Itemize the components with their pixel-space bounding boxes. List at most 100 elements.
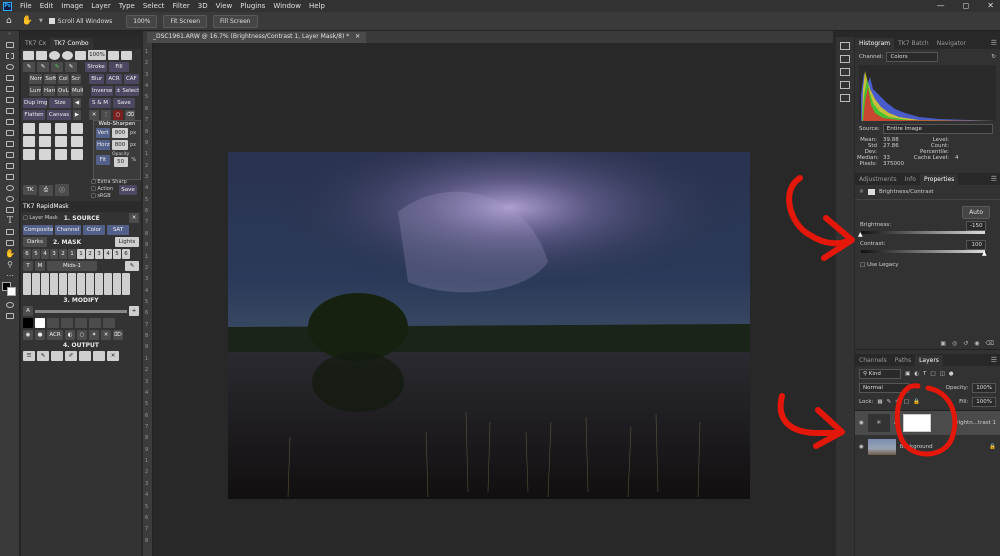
lock-position-icon[interactable]: ✛ — [895, 399, 900, 405]
horz-value[interactable]: 800 — [112, 140, 128, 150]
menu-view[interactable]: View — [212, 2, 237, 10]
minimize-icon[interactable]: — — [937, 1, 945, 10]
eye-icon[interactable]: ◉ — [23, 330, 33, 340]
output-close-icon[interactable]: ✕ — [107, 351, 119, 361]
path-selection-tool-icon[interactable] — [0, 226, 20, 237]
mask-num-button[interactable]: 2 — [59, 249, 67, 259]
rect-mask-icon[interactable] — [75, 318, 87, 328]
restore-icon[interactable]: ◻ — [963, 1, 970, 10]
menu-icon[interactable]: ☰ — [23, 351, 35, 361]
close-icon[interactable]: ✕ — [101, 330, 111, 340]
contrast-icon[interactable] — [55, 136, 67, 147]
fill-button[interactable]: Fill — [109, 62, 129, 72]
mask-num-button[interactable]: 4 — [41, 249, 49, 259]
mask-num-button[interactable]: 3 — [50, 249, 58, 259]
layer-mask-checkbox[interactable]: □ Layer Mask — [23, 215, 58, 221]
m-button[interactable]: M — [35, 261, 45, 271]
close-icon[interactable]: ✕ — [987, 1, 994, 10]
circle-icon[interactable] — [62, 50, 73, 60]
mask-num-button[interactable]: 5 — [113, 249, 121, 259]
web-save-button[interactable]: Save — [119, 185, 137, 195]
info-icon[interactable]: ⓘ — [55, 184, 69, 196]
fill-icon[interactable] — [47, 318, 59, 328]
eyedropper-tool-icon[interactable] — [0, 105, 20, 116]
t-button[interactable]: T — [23, 261, 33, 271]
mask-num-button[interactable]: 6 — [23, 249, 31, 259]
frame-tool-icon[interactable] — [0, 94, 20, 105]
soft-button[interactable]: Soft — [44, 74, 56, 84]
opacity-value[interactable]: 50 — [113, 157, 128, 167]
horz-button[interactable]: Horz — [96, 140, 110, 150]
color-swatches[interactable] — [0, 281, 19, 299]
blend-mode-select[interactable]: Normal — [859, 383, 909, 393]
delete-icon[interactable]: ⌫ — [986, 340, 994, 347]
menu-select[interactable]: Select — [139, 2, 169, 10]
filter-shape-icon[interactable]: □ — [930, 371, 935, 377]
eyedropper-icon[interactable]: ✎ — [125, 261, 139, 271]
tab-adjustments[interactable]: Adjustments — [855, 174, 901, 185]
trash-icon[interactable]: ⌫ — [125, 110, 135, 120]
fit-screen-button[interactable]: Fit Screen — [163, 14, 208, 28]
channel-select[interactable]: Colors — [886, 52, 939, 62]
contrast-value[interactable]: 100 — [966, 240, 986, 250]
s-and-m-button[interactable]: S & M — [89, 98, 111, 108]
drop-outline-icon[interactable]: ○ — [77, 330, 87, 340]
mask-num-button[interactable]: 1 — [77, 249, 85, 259]
plus-button[interactable]: + — [129, 306, 139, 316]
mask-slider-handle[interactable] — [104, 273, 112, 295]
filter-toggle-icon[interactable]: ● — [949, 371, 954, 377]
layer-mask-thumbnail[interactable] — [903, 414, 932, 432]
calendar-icon[interactable] — [23, 149, 35, 160]
mask-slider-handle[interactable] — [41, 273, 49, 295]
tab-layers[interactable]: Layers — [915, 355, 943, 366]
hand-tool-icon[interactable]: ✋ — [0, 248, 20, 259]
lock-artboard-icon[interactable]: □ — [904, 399, 909, 405]
lum-button[interactable]: Lum — [29, 86, 41, 96]
type-tool-icon[interactable]: T — [0, 215, 20, 226]
tab-tk7-batch[interactable]: TK7 Batch — [894, 38, 933, 49]
output-save-icon[interactable] — [79, 351, 91, 361]
mask-num-button[interactable]: 2 — [86, 249, 94, 259]
brush-tool-icon[interactable] — [0, 127, 20, 138]
fill-screen-button[interactable]: Fill Screen — [213, 14, 258, 28]
grid-icon[interactable] — [75, 50, 86, 60]
mult-button[interactable]: Mult — [71, 86, 83, 96]
flatten-button[interactable]: Flatten — [23, 110, 45, 120]
mask-slider-handle[interactable] — [68, 273, 76, 295]
mids-button[interactable]: Mids-1 — [47, 261, 97, 271]
zoom-100-button[interactable]: 100% — [126, 14, 158, 28]
chevron-down-icon[interactable]: ▼ — [39, 18, 43, 24]
mask-slider-handle[interactable] — [113, 273, 121, 295]
output-layer-icon[interactable] — [51, 351, 63, 361]
layer-row-background[interactable]: ◉ Background 🔒 — [855, 435, 1000, 459]
brush-black-icon[interactable]: ✎ — [23, 62, 35, 72]
panel-menu-icon[interactable]: ☰ — [991, 175, 997, 183]
layer-name[interactable]: Background — [900, 444, 933, 450]
composite-button[interactable]: Composite — [23, 225, 53, 235]
sat-button[interactable]: SAT — [107, 225, 129, 235]
folder-icon[interactable] — [23, 50, 34, 60]
history-icon[interactable] — [840, 42, 850, 50]
sparkle-icon[interactable]: ✦ — [89, 330, 99, 340]
menu-window[interactable]: Window — [269, 2, 305, 10]
zoom-tool-icon[interactable]: ⚲ — [0, 259, 20, 270]
tab-paths[interactable]: Paths — [891, 355, 915, 366]
mask-slider-handle[interactable] — [95, 273, 103, 295]
tag-icon[interactable] — [71, 136, 83, 147]
norm-button[interactable]: Norm — [29, 74, 43, 84]
scr-button[interactable]: Scr — [70, 74, 82, 84]
reset-icon[interactable]: ↺ — [963, 340, 968, 347]
output-brush-icon[interactable]: ✎ — [37, 351, 49, 361]
mask-num-button[interactable]: 3 — [95, 249, 103, 259]
mask-num-button[interactable]: 6 — [122, 249, 130, 259]
kind-filter-select[interactable]: ⚲ Kind — [859, 369, 901, 379]
clear-icon[interactable]: ⌦ — [113, 330, 123, 340]
contrast-slider-handle[interactable]: ▲ — [982, 250, 987, 257]
contrast-slider[interactable] — [861, 250, 985, 253]
dark-circle-icon[interactable] — [71, 149, 83, 160]
swatches-icon[interactable] — [840, 68, 850, 76]
lock-pixels-icon[interactable]: ✎ — [887, 399, 892, 405]
history-brush-tool-icon[interactable] — [0, 149, 20, 160]
fill-value[interactable]: 100% — [972, 397, 996, 407]
acr-button[interactable]: ACR — [47, 330, 63, 340]
